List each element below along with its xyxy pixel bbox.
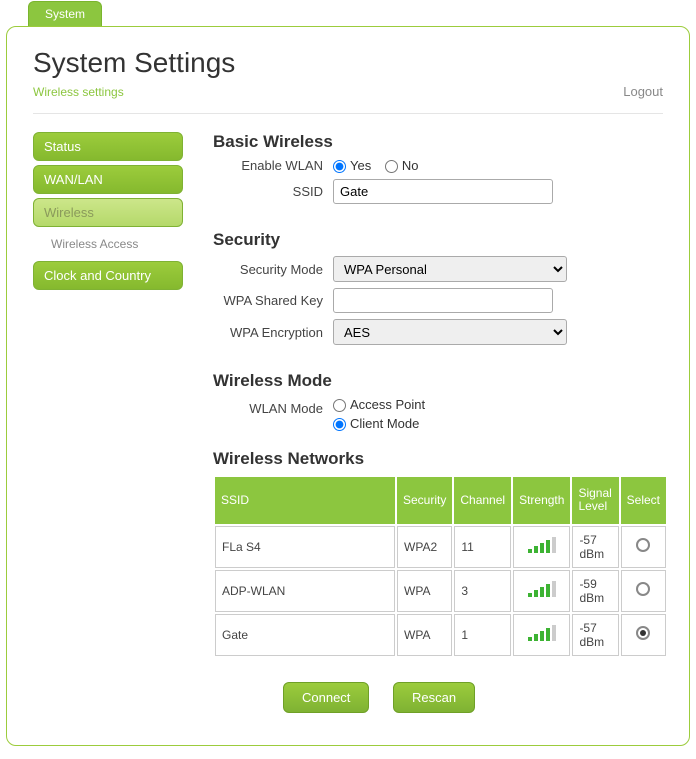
security-mode-select[interactable]: WPA Personal	[333, 256, 567, 282]
table-row: ADP-WLANWPA3 -59 dBm	[215, 570, 666, 612]
ssid-label: SSID	[213, 184, 333, 199]
table-row: FLa S4WPA211 -57 dBm	[215, 526, 666, 568]
wlan-mode-client-radio[interactable]	[333, 418, 346, 431]
cell-select[interactable]	[621, 570, 666, 612]
col-ssid: SSID	[215, 477, 395, 523]
cell-ssid: FLa S4	[215, 526, 395, 568]
cell-select[interactable]	[621, 526, 666, 568]
cell-ssid: Gate	[215, 614, 395, 656]
enable-wlan-yes-radio[interactable]	[333, 160, 346, 173]
top-tab-system[interactable]: System	[28, 1, 102, 26]
enable-wlan-label: Enable WLAN	[213, 158, 333, 173]
sidebar-item-wan-lan[interactable]: WAN/LAN	[33, 165, 183, 194]
cell-channel: 11	[454, 526, 511, 568]
col-strength: Strength	[513, 477, 570, 523]
wpa-encryption-label: WPA Encryption	[213, 325, 333, 340]
signal-bars-icon	[528, 625, 556, 641]
table-row: GateWPA1 -57 dBm	[215, 614, 666, 656]
cell-strength	[513, 526, 570, 568]
networks-table: SSID Security Channel Strength Signal Le…	[213, 475, 668, 657]
wpa-key-label: WPA Shared Key	[213, 293, 333, 308]
cell-signal-level: -57 dBm	[572, 526, 618, 568]
cell-strength	[513, 614, 570, 656]
cell-strength	[513, 570, 570, 612]
wpa-key-input[interactable]	[333, 288, 553, 313]
section-wireless-mode: Wireless Mode	[213, 371, 668, 391]
wlan-mode-client[interactable]: Client Mode	[333, 416, 419, 431]
cell-signal-level: -59 dBm	[572, 570, 618, 612]
cell-channel: 3	[454, 570, 511, 612]
section-wireless-networks: Wireless Networks	[213, 449, 668, 469]
section-basic-wireless: Basic Wireless	[213, 132, 668, 152]
page-title: System Settings	[33, 47, 235, 79]
enable-wlan-yes[interactable]: Yes	[333, 158, 375, 173]
cell-security: WPA	[397, 614, 452, 656]
col-channel: Channel	[454, 477, 511, 523]
ssid-input[interactable]	[333, 179, 553, 204]
signal-bars-icon	[528, 537, 556, 553]
enable-wlan-no[interactable]: No	[385, 158, 419, 173]
select-radio[interactable]	[636, 582, 650, 596]
rescan-button[interactable]: Rescan	[393, 682, 475, 713]
col-select: Select	[621, 477, 666, 523]
select-radio[interactable]	[636, 626, 650, 640]
enable-wlan-no-radio[interactable]	[385, 160, 398, 173]
sidebar-item-wireless[interactable]: Wireless	[33, 198, 183, 227]
wlan-mode-ap[interactable]: Access Point	[333, 397, 425, 412]
sidebar-item-wireless-access[interactable]: Wireless Access	[33, 231, 183, 257]
sidebar-item-status[interactable]: Status	[33, 132, 183, 161]
cell-security: WPA2	[397, 526, 452, 568]
select-radio[interactable]	[636, 538, 650, 552]
connect-button[interactable]: Connect	[283, 682, 369, 713]
cell-signal-level: -57 dBm	[572, 614, 618, 656]
signal-bars-icon	[528, 581, 556, 597]
cell-channel: 1	[454, 614, 511, 656]
cell-select[interactable]	[621, 614, 666, 656]
wpa-encryption-select[interactable]: AES	[333, 319, 567, 345]
cell-ssid: ADP-WLAN	[215, 570, 395, 612]
breadcrumb: Wireless settings	[33, 85, 235, 99]
sidebar-item-clock-country[interactable]: Clock and Country	[33, 261, 183, 290]
wlan-mode-label: WLAN Mode	[213, 397, 333, 416]
security-mode-label: Security Mode	[213, 262, 333, 277]
col-signal: Signal Level	[572, 477, 618, 523]
col-security: Security	[397, 477, 452, 523]
cell-security: WPA	[397, 570, 452, 612]
settings-panel: System Settings Wireless settings Logout…	[6, 26, 690, 746]
section-security: Security	[213, 230, 668, 250]
logout-link[interactable]: Logout	[623, 84, 663, 99]
sidebar: Status WAN/LAN Wireless Wireless Access …	[33, 132, 183, 713]
wlan-mode-ap-radio[interactable]	[333, 399, 346, 412]
